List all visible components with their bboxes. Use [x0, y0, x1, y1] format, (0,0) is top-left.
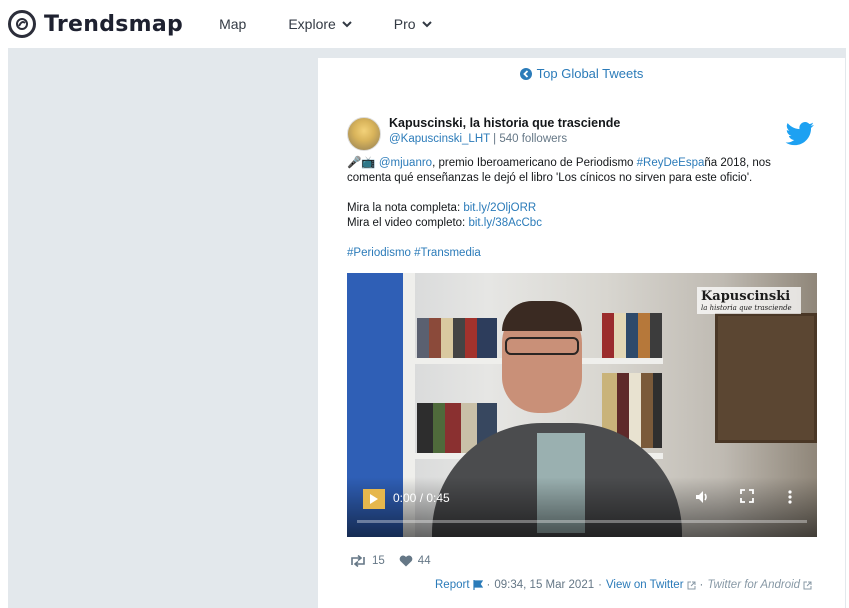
mention-link[interactable]: @mjuanro: [379, 157, 432, 169]
video-watermark: Kapuscinski la historia que trasciende: [697, 287, 801, 314]
emoji: 🎤📺: [347, 157, 376, 169]
via-client[interactable]: Twitter for Android: [707, 579, 800, 591]
video-label: Mira el video completo:: [347, 217, 469, 229]
like-count: 44: [417, 555, 431, 567]
flag-icon: [472, 580, 483, 590]
report-link[interactable]: Report: [435, 579, 470, 591]
author-meta: @Kapuscinski_LHT | 540 followers: [389, 133, 567, 145]
footer-separator: ·: [598, 579, 602, 591]
tweet-line-2: comenta qué enseñanzas le dejó el libro …: [347, 172, 753, 184]
follower-count: 540 followers: [499, 133, 568, 145]
retweet-icon: [351, 555, 365, 567]
nav-pro-label: Pro: [393, 16, 416, 32]
nav-explore-label: Explore: [288, 16, 336, 32]
nav-map-label: Map: [219, 16, 247, 32]
avatar[interactable]: [347, 117, 381, 151]
retweet-count: 15: [372, 555, 385, 567]
tweet-timestamp: 09:34, 15 Mar 2021: [494, 579, 595, 591]
video-progress-bar[interactable]: [357, 520, 807, 523]
top-link-label: Top Global Tweets: [536, 66, 644, 81]
video-books: [417, 318, 497, 358]
video-link[interactable]: bit.ly/38AcCbc: [468, 217, 542, 229]
video-books: [602, 313, 662, 358]
nota-link[interactable]: bit.ly/2OljORR: [463, 202, 536, 214]
tweet-actions: 15 44: [349, 555, 445, 567]
footer-separator: ·: [486, 579, 491, 591]
nota-label: Mira la nota completa:: [347, 202, 464, 214]
nav-pro[interactable]: Pro: [394, 16, 432, 32]
video-watermark-subtitle: la historia que trasciende: [701, 304, 792, 312]
external-link-icon: [803, 581, 812, 589]
hashtag-link[interactable]: #ReyDeEspa: [637, 157, 705, 169]
author-name[interactable]: Kapuscinski, la historia que trasciende: [389, 116, 620, 130]
twitter-icon[interactable]: [785, 122, 815, 151]
top-nav: Trendsmap Map Explore Pro: [0, 0, 849, 48]
footer-separator: ·: [699, 579, 704, 591]
heart-icon: [399, 555, 413, 567]
fullscreen-icon[interactable]: [740, 489, 754, 503]
volume-icon[interactable]: [694, 489, 710, 505]
like-button[interactable]: 44: [399, 555, 431, 567]
author-handle[interactable]: @Kapuscinski_LHT: [389, 133, 490, 145]
text-part: ña 2018, nos: [704, 157, 771, 169]
logo-text: Trendsmap: [44, 11, 184, 37]
tweet-footer: Report · 09:34, 15 Mar 2021 · View on Tw…: [435, 579, 830, 591]
video-time: 0:00 / 0:45: [393, 491, 450, 505]
nav-explore[interactable]: Explore: [288, 16, 352, 32]
tweet-text: 🎤📺 @mjuanro, premio Iberoamericano de Pe…: [347, 156, 797, 261]
video-player[interactable]: Kapuscinski la historia que trasciende 0…: [347, 273, 817, 537]
video-watermark-text: Kapuscinski: [701, 289, 791, 304]
play-button[interactable]: [363, 489, 385, 509]
tweet-line-video: Mira el video completo: bit.ly/38AcCbc: [347, 216, 797, 231]
chevron-down-icon: [421, 21, 432, 28]
more-options-icon[interactable]: [787, 489, 793, 505]
nav-map[interactable]: Map: [219, 16, 246, 32]
video-controls: 0:00 / 0:45: [347, 477, 817, 537]
tweet-line-nota: Mira la nota completa: bit.ly/2OljORR: [347, 201, 797, 216]
play-icon: [370, 494, 378, 504]
retweet-button[interactable]: 15: [349, 555, 385, 567]
text-part: , premio Iberoamericano de Periodismo: [432, 157, 637, 169]
external-link-icon: [687, 581, 696, 589]
top-global-tweets-link[interactable]: Top Global Tweets: [318, 66, 845, 81]
hashtags-link[interactable]: #Periodismo #Transmedia: [347, 246, 797, 261]
view-on-twitter-link[interactable]: View on Twitter: [606, 579, 684, 591]
trendsmap-logo[interactable]: Trendsmap: [8, 10, 183, 38]
tweet-line-1: 🎤📺 @mjuanro, premio Iberoamericano de Pe…: [347, 156, 797, 171]
back-arrow-icon: [519, 67, 532, 80]
tweet-panel: Top Global Tweets Kapuscinski, la histor…: [318, 58, 845, 608]
video-picture-frame: [715, 313, 817, 443]
chevron-down-icon: [342, 21, 352, 28]
video-person-glasses: [505, 337, 579, 355]
logo-icon: [8, 10, 36, 38]
